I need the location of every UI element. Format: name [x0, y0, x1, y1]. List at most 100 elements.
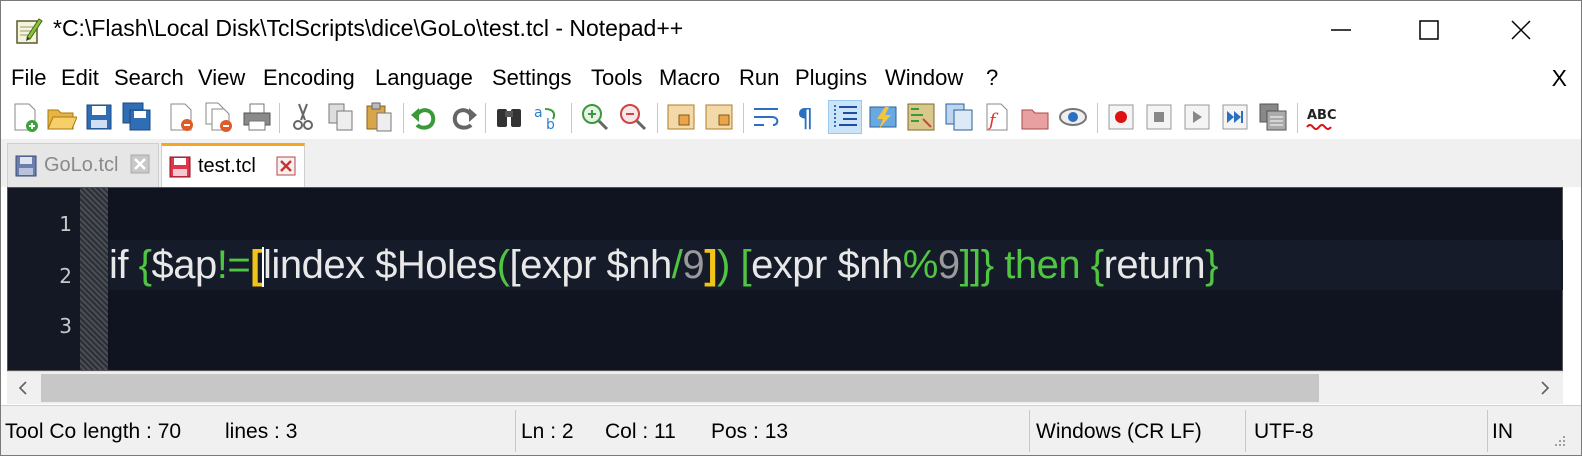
status-insert-mode: IN: [1492, 420, 1513, 443]
code-token: [: [729, 243, 752, 287]
status-eol: Windows (CR LF): [1036, 420, 1202, 443]
menu-window[interactable]: Window: [885, 65, 963, 91]
paste-icon[interactable]: [363, 101, 395, 133]
code-token: /: [671, 243, 683, 287]
close-icon[interactable]: [165, 101, 197, 133]
print-icon[interactable]: [241, 101, 273, 133]
find-icon[interactable]: [493, 101, 525, 133]
doc-map-icon[interactable]: [905, 101, 937, 133]
save-all-icon[interactable]: [121, 101, 153, 133]
menu-search[interactable]: Search: [114, 65, 184, 91]
code-token: }: [1205, 243, 1218, 287]
svg-text:ABC: ABC: [1307, 108, 1337, 123]
function-list-icon[interactable]: [943, 101, 975, 133]
svg-text:a: a: [534, 105, 543, 121]
tab-label: test.tcl: [198, 155, 256, 177]
tab-label: GoLo.tcl: [44, 154, 119, 176]
indent-guide-icon[interactable]: [828, 100, 862, 134]
code-token: [expr $nh: [509, 243, 673, 287]
folder-icon[interactable]: [1019, 101, 1051, 133]
stop-macro-icon[interactable]: [1143, 101, 1175, 133]
line-number-gutter: 1 2 3: [8, 188, 80, 370]
code-token: if: [109, 243, 139, 287]
folder-workspace-icon[interactable]: f: [981, 101, 1013, 133]
notepad-plus-icon: [16, 18, 43, 44]
save-icon: [169, 156, 191, 177]
monitoring-icon[interactable]: [1057, 101, 1089, 133]
close-document-button[interactable]: X: [1552, 65, 1567, 92]
redo-icon[interactable]: [447, 101, 479, 133]
play-macro-icon[interactable]: [1181, 101, 1213, 133]
code-token: $ap: [151, 243, 217, 287]
new-file-icon[interactable]: [9, 101, 41, 133]
menu-file[interactable]: File: [11, 65, 46, 91]
chevron-right-icon[interactable]: [1535, 378, 1555, 398]
window-title: *C:\Flash\Local Disk\TclScripts\dice\GoL…: [53, 15, 684, 41]
minimize-button[interactable]: [1311, 9, 1371, 51]
code-token: 9: [682, 243, 705, 287]
cut-icon[interactable]: [287, 101, 319, 133]
replace-icon[interactable]: ab: [531, 101, 563, 133]
line-number: 1: [59, 212, 72, 236]
resize-grip-icon[interactable]: [1547, 432, 1567, 452]
scrollbar-thumb[interactable]: [41, 374, 1319, 402]
status-length: length : 70: [83, 420, 182, 443]
menu-help[interactable]: ?: [986, 65, 998, 91]
code-token: expr $nh: [751, 243, 903, 287]
save-icon[interactable]: [83, 101, 115, 133]
code-token: then: [993, 243, 1091, 287]
tab-test[interactable]: test.tcl: [161, 143, 305, 187]
status-bar: Tool Co length : 70 lines : 3 Ln : 2 Col…: [1, 405, 1581, 455]
minimize-icon: [1331, 29, 1351, 31]
close-all-icon[interactable]: [203, 101, 235, 133]
code-token: %: [902, 243, 939, 287]
open-file-icon[interactable]: [45, 101, 77, 133]
close-button[interactable]: [1491, 9, 1551, 51]
maximize-button[interactable]: [1399, 9, 1459, 51]
save-macro-icon[interactable]: [1257, 101, 1289, 133]
horizontal-scrollbar[interactable]: [7, 371, 1563, 404]
brace-match: ]: [704, 243, 717, 287]
spell-check-icon[interactable]: ABC: [1305, 101, 1337, 133]
menu-view[interactable]: View: [198, 65, 245, 91]
menu-bar: File Edit Search View Encoding Language …: [1, 59, 1581, 97]
menu-encoding[interactable]: Encoding: [263, 65, 355, 91]
status-lines: lines : 3: [225, 420, 298, 443]
toolbar: ab ¶ f ABC: [1, 97, 1581, 139]
menu-tools[interactable]: Tools: [591, 65, 642, 91]
user-lang-icon[interactable]: [867, 101, 899, 133]
copy-icon[interactable]: [325, 101, 357, 133]
close-icon[interactable]: [130, 154, 150, 174]
record-macro-icon[interactable]: [1105, 101, 1137, 133]
code-token: {: [138, 243, 152, 287]
code-token: lindex $Holes: [263, 243, 497, 287]
tab-bar: GoLo.tcl test.tcl: [1, 139, 1581, 187]
zoom-in-icon[interactable]: [579, 101, 611, 133]
code-token: ]]: [959, 243, 982, 287]
run-macro-multiple-icon[interactable]: [1219, 101, 1251, 133]
show-all-chars-icon[interactable]: ¶: [789, 101, 821, 133]
chevron-left-icon[interactable]: [13, 378, 33, 398]
zoom-out-icon[interactable]: [617, 101, 649, 133]
status-encoding: UTF-8: [1254, 420, 1314, 443]
menu-settings[interactable]: Settings: [492, 65, 572, 91]
close-icon[interactable]: [276, 156, 296, 176]
tab-golo[interactable]: GoLo.tcl: [7, 143, 159, 187]
menu-edit[interactable]: Edit: [61, 65, 99, 91]
save-icon: [15, 155, 37, 176]
line-number: 3: [59, 314, 72, 338]
undo-icon[interactable]: [409, 101, 441, 133]
code-token: ): [717, 243, 730, 287]
sync-vertical-icon[interactable]: [665, 101, 697, 133]
status-column: Col : 11: [605, 420, 676, 443]
menu-run[interactable]: Run: [739, 65, 779, 91]
status-tooltip: Tool Co: [5, 420, 77, 443]
word-wrap-icon[interactable]: [751, 101, 783, 133]
code-token: 9: [937, 243, 960, 287]
code-editor[interactable]: 1 2 3 if {$ap!=[lindex $Holes([expr $nh/…: [7, 187, 1563, 371]
menu-language[interactable]: Language: [375, 65, 473, 91]
sync-horizontal-icon[interactable]: [703, 101, 735, 133]
status-position: Pos : 13: [711, 420, 789, 443]
menu-plugins[interactable]: Plugins: [795, 65, 867, 91]
menu-macro[interactable]: Macro: [659, 65, 720, 91]
